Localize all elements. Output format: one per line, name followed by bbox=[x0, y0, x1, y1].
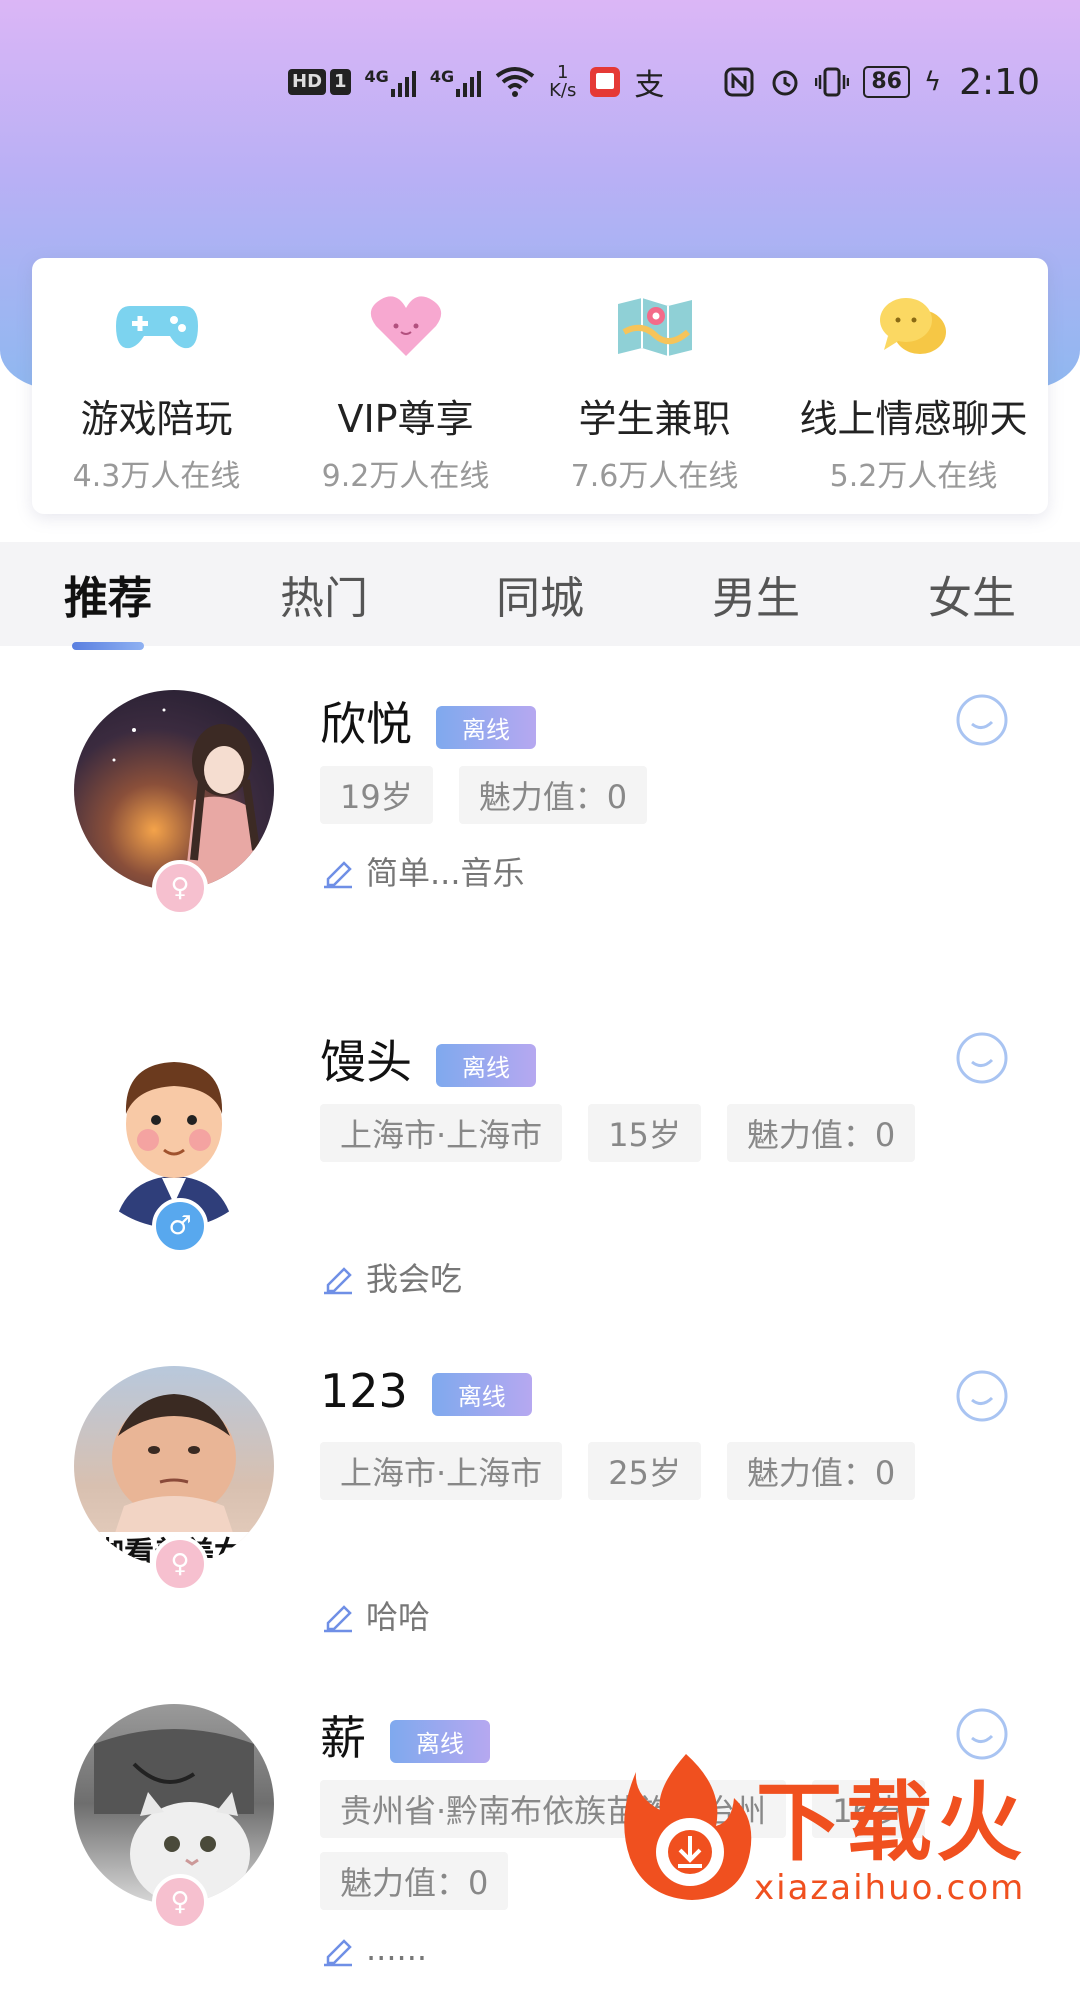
sim-indicator: 1 bbox=[330, 69, 351, 95]
watermark-title: 下载火 bbox=[756, 1773, 1026, 1873]
heart-icon bbox=[281, 288, 530, 366]
category-emotional-chat[interactable]: 线上情感聊天 5.2万人在线 bbox=[779, 258, 1048, 495]
speed-unit: K/s bbox=[549, 80, 577, 101]
charging-icon: ϟ bbox=[924, 67, 942, 97]
category-game-companion[interactable]: 游戏陪玩 4.3万人在线 bbox=[32, 258, 281, 495]
pencil-icon bbox=[324, 1605, 352, 1633]
category-online-count: 4.3万人在线 bbox=[72, 459, 241, 494]
list-item[interactable]: ♀ 欣悦 离线 19岁 魅力值：0 简单...音乐 bbox=[0, 660, 1080, 998]
signature-text: ...... bbox=[366, 1930, 428, 1968]
alarm-icon bbox=[772, 70, 798, 96]
category-card: 游戏陪玩 4.3万人在线 VIP尊享 9.2万人在线 学生兼职 7.6万人在线 bbox=[32, 258, 1048, 514]
watermark-url: xiazaihuo.com bbox=[754, 1868, 1026, 1908]
signature: ...... bbox=[320, 1930, 427, 1968]
category-title: 线上情感聊天 bbox=[799, 397, 1028, 441]
age-tag: 15岁 bbox=[588, 1104, 701, 1162]
charm-tag: 魅力值：0 bbox=[320, 1852, 509, 1910]
status-badge: 离线 bbox=[431, 1373, 532, 1416]
user-name-line: 123 离线 bbox=[320, 1364, 532, 1418]
map-icon bbox=[530, 288, 779, 366]
tab-hot[interactable]: 热门 bbox=[234, 562, 414, 626]
female-gender-icon: ♀ bbox=[152, 1536, 208, 1592]
age-tag: 19岁 bbox=[320, 766, 433, 824]
signature: 哈哈 bbox=[320, 1592, 430, 1638]
signature: 我会吃 bbox=[320, 1254, 462, 1300]
female-gender-icon: ♀ bbox=[152, 860, 208, 916]
hd-indicator: HD bbox=[288, 69, 327, 95]
tab-bar: 推荐 热门 同城 男生 女生 bbox=[0, 542, 1080, 646]
vibrate-icon bbox=[815, 67, 850, 97]
nfc-icon bbox=[724, 67, 754, 97]
clock: 2:10 bbox=[959, 61, 1040, 103]
network-type-label: 4G bbox=[364, 67, 389, 86]
category-vip[interactable]: VIP尊享 9.2万人在线 bbox=[281, 258, 530, 495]
user-tags: 上海市·上海市 25岁 魅力值：0 bbox=[320, 1442, 960, 1500]
signal-icon: 4G bbox=[429, 67, 482, 97]
category-online-count: 7.6万人在线 bbox=[570, 459, 739, 494]
list-item[interactable]: ♂ 馒头 离线 上海市·上海市 15岁 魅力值：0 我会吃 bbox=[0, 998, 1080, 1336]
user-tags: 上海市·上海市 15岁 魅力值：0 bbox=[320, 1104, 960, 1162]
user-name: 123 bbox=[320, 1364, 408, 1418]
user-name-line: 馒头 离线 bbox=[320, 1026, 536, 1092]
flame-logo-icon bbox=[624, 1754, 752, 1900]
tab-same-city[interactable]: 同城 bbox=[450, 562, 630, 626]
tab-male[interactable]: 男生 bbox=[666, 562, 846, 626]
charm-tag: 魅力值：0 bbox=[726, 1442, 916, 1500]
chat-icon[interactable] bbox=[954, 1030, 1010, 1086]
signature: 简单...音乐 bbox=[320, 848, 525, 894]
category-title: VIP尊享 bbox=[337, 397, 474, 441]
status-badge: 离线 bbox=[436, 1044, 536, 1087]
chat-icon[interactable] bbox=[954, 1368, 1010, 1424]
tab-female[interactable]: 女生 bbox=[882, 562, 1062, 626]
signal-icon: 4G bbox=[365, 67, 416, 97]
network-type-label: 4G bbox=[429, 67, 455, 86]
watermark: 下载火 xiazaihuo.com bbox=[616, 1748, 1066, 1918]
category-title: 学生兼职 bbox=[578, 397, 731, 441]
category-student-parttime[interactable]: 学生兼职 7.6万人在线 bbox=[530, 258, 779, 495]
category-online-count: 9.2万人在线 bbox=[321, 459, 490, 494]
pencil-icon bbox=[324, 1939, 352, 1967]
status-badge: 离线 bbox=[390, 1720, 490, 1763]
location-tag: 上海市·上海市 bbox=[320, 1104, 563, 1162]
pencil-icon bbox=[324, 861, 352, 889]
alipay-icon: 支 bbox=[634, 68, 665, 103]
signature-text: 简单...音乐 bbox=[366, 854, 525, 892]
list-item[interactable]: 咖看着美女 ♀ 123离线 上海市·上海市 25岁 魅力值：0 哈哈 bbox=[0, 1336, 1080, 1674]
network-speed: 1 K/s bbox=[549, 64, 576, 100]
user-name-line: 薪离线 bbox=[320, 1702, 490, 1768]
wifi-icon bbox=[495, 67, 535, 97]
user-tags: 19岁 魅力值：0 bbox=[320, 766, 960, 824]
battery-indicator: 86 bbox=[863, 66, 910, 98]
user-name: 薪 bbox=[320, 1711, 366, 1765]
status-bar: HD 1 4G 4G 1 K/s 支 86 ϟ 2:10 bbox=[288, 52, 1040, 112]
male-gender-icon: ♂ bbox=[152, 1198, 208, 1254]
charm-tag: 魅力值：0 bbox=[458, 766, 648, 824]
pencil-icon bbox=[324, 1267, 352, 1295]
category-online-count: 5.2万人在线 bbox=[829, 459, 998, 494]
user-name: 欣悦 bbox=[320, 697, 412, 751]
book-app-icon bbox=[590, 67, 621, 97]
user-name-line: 欣悦 离线 bbox=[320, 688, 536, 754]
user-name: 馒头 bbox=[320, 1035, 412, 1089]
category-title: 游戏陪玩 bbox=[80, 397, 233, 441]
charm-tag: 魅力值：0 bbox=[726, 1104, 916, 1162]
age-tag: 25岁 bbox=[588, 1442, 701, 1500]
signature-text: 哈哈 bbox=[366, 1598, 431, 1636]
status-badge: 离线 bbox=[436, 706, 536, 749]
location-tag: 上海市·上海市 bbox=[320, 1442, 563, 1500]
tab-recommended[interactable]: 推荐 bbox=[18, 562, 198, 626]
chat-icon[interactable] bbox=[954, 692, 1010, 748]
gamepad-icon bbox=[32, 288, 281, 366]
chat-bubbles-icon bbox=[779, 288, 1048, 366]
female-gender-icon: ♀ bbox=[152, 1874, 208, 1930]
signature-text: 我会吃 bbox=[366, 1260, 463, 1298]
